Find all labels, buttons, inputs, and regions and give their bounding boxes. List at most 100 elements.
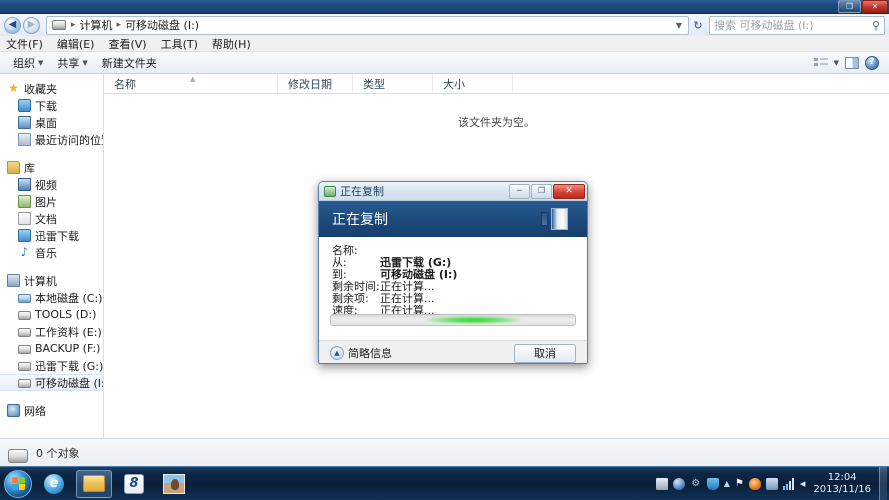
- column-header-type[interactable]: 类型: [353, 73, 433, 94]
- dialog-footer: ▲ 简略信息 取消: [319, 340, 587, 363]
- sidebar-label: 可移动磁盘 (I:): [35, 376, 104, 390]
- music-note-icon: ♪: [20, 245, 29, 259]
- window-titlebar: ❐ ✕: [0, 0, 889, 14]
- menu-edit[interactable]: 编辑(E): [57, 36, 95, 52]
- star-icon: ★: [8, 81, 19, 95]
- dialog-title: 正在复制: [340, 185, 384, 198]
- sidebar-item-computer[interactable]: 计算机: [0, 272, 103, 289]
- column-header-name[interactable]: 名称 ▲: [104, 73, 278, 94]
- action-center-flag-icon[interactable]: ⚑: [735, 478, 744, 490]
- sidebar-label: 最近访问的位置: [35, 133, 103, 147]
- sidebar-label: 桌面: [35, 116, 57, 130]
- sidebar-item-documents[interactable]: 文档: [0, 210, 103, 227]
- back-button[interactable]: ◀: [4, 16, 21, 34]
- sidebar-item-removable-disk-i[interactable]: 可移动磁盘 (I:): [0, 374, 103, 391]
- gear-icon[interactable]: ⚙: [690, 478, 702, 490]
- copy-target-icon: [551, 208, 568, 230]
- eight-app-icon: 8: [124, 473, 144, 494]
- dialog-minimize-button[interactable]: ─: [509, 183, 530, 199]
- organize-button[interactable]: 组织 ▼: [6, 53, 50, 73]
- share-button[interactable]: 共享 ▼: [50, 53, 94, 73]
- drive-icon: [18, 311, 31, 320]
- xunlei-download-icon: [18, 229, 31, 242]
- menu-tools[interactable]: 工具(T): [161, 36, 198, 52]
- column-label: 大小: [443, 77, 465, 91]
- menu-help[interactable]: 帮助(H): [212, 36, 251, 52]
- new-folder-label: 新建文件夹: [101, 56, 157, 70]
- column-label: 类型: [363, 77, 385, 91]
- sidebar-item-xunlei-g[interactable]: 迅雷下载 (G:): [0, 357, 103, 374]
- tray-security-icon[interactable]: [706, 477, 719, 490]
- sidebar-item-desktop[interactable]: 桌面: [0, 114, 103, 131]
- share-label: 共享: [57, 56, 80, 70]
- tray-archive-icon[interactable]: [655, 477, 668, 490]
- help-icon[interactable]: ?: [865, 55, 879, 70]
- sidebar-item-network[interactable]: 网络: [0, 402, 103, 419]
- sidebar-item-work-data-e[interactable]: 工作资料 (E:): [0, 323, 103, 340]
- column-header-size[interactable]: 大小: [433, 73, 513, 94]
- copy-animation-icon: [541, 204, 579, 234]
- cancel-button[interactable]: 取消: [514, 343, 576, 363]
- sidebar-item-xunlei-download[interactable]: 迅雷下载: [0, 227, 103, 244]
- window-restore-button[interactable]: ❐: [838, 0, 861, 13]
- chevron-down-icon[interactable]: ▼: [676, 21, 686, 30]
- sidebar-label: TOOLS (D:): [35, 308, 97, 321]
- taskbar-item-eight-app[interactable]: 8: [116, 470, 152, 498]
- sidebar-item-tools-d[interactable]: TOOLS (D:): [0, 306, 103, 323]
- copy-progress-bar: [330, 314, 576, 326]
- sidebar-item-backup-f[interactable]: BACKUP (F:): [0, 340, 103, 357]
- empty-folder-message: 该文件夹为空。: [458, 116, 535, 129]
- search-input[interactable]: 搜索 可移动磁盘 (I:) ⚲: [709, 15, 885, 35]
- sidebar-label: 文档: [35, 212, 57, 226]
- sidebar-item-libraries[interactable]: 库: [0, 159, 103, 176]
- sidebar-item-recent-places[interactable]: 最近访问的位置: [0, 131, 103, 148]
- preview-pane-icon[interactable]: [845, 56, 859, 69]
- sidebar-item-local-disk-c[interactable]: 本地磁盘 (C:): [0, 289, 103, 306]
- network-icon: [7, 404, 20, 417]
- breadcrumb[interactable]: ▸ 计算机 ▸ 可移动磁盘 (I:) ▼: [46, 15, 689, 35]
- forward-button[interactable]: ▶: [23, 16, 40, 34]
- dialog-maximize-button[interactable]: ❐: [531, 183, 552, 199]
- breadcrumb-item-removable-disk[interactable]: 可移动磁盘 (I:): [124, 17, 200, 33]
- refresh-icon[interactable]: ↻: [689, 19, 707, 32]
- taskbar-item-windows-explorer[interactable]: [76, 469, 112, 498]
- clock-date: 2013/11/16: [813, 483, 871, 495]
- less-information-label: 简略信息: [348, 347, 392, 360]
- sidebar-item-downloads[interactable]: 下载: [0, 97, 103, 114]
- navigation-pane: ★ 收藏夹 下载 桌面 最近访问的位置: [0, 74, 104, 438]
- window-close-button[interactable]: ✕: [862, 0, 888, 13]
- column-label: 名称: [114, 77, 136, 91]
- volume-icon[interactable]: ◂: [800, 477, 806, 490]
- tray-firewall-icon[interactable]: [748, 477, 761, 490]
- view-options-icon[interactable]: [813, 56, 828, 69]
- sidebar-item-pictures[interactable]: 图片: [0, 193, 103, 210]
- new-folder-button[interactable]: 新建文件夹: [95, 53, 164, 73]
- clock[interactable]: 12:04 2013/11/16: [810, 472, 871, 496]
- chevron-up-icon: ▲: [330, 346, 344, 360]
- show-hidden-icons-button[interactable]: ▲: [724, 479, 730, 488]
- taskbar-item-photo-viewer[interactable]: [156, 470, 192, 498]
- taskbar-item-internet-explorer[interactable]: e: [36, 470, 72, 498]
- picture-icon: [18, 195, 31, 208]
- status-bar: 0 个对象: [0, 438, 889, 466]
- breadcrumb-item-computer[interactable]: 计算机: [79, 17, 114, 33]
- tray-blue-app-icon[interactable]: [672, 477, 685, 490]
- column-header-date-modified[interactable]: 修改日期: [278, 73, 353, 94]
- tray-monitor-icon[interactable]: [765, 477, 778, 490]
- network-signal-icon[interactable]: [782, 477, 795, 490]
- system-tray: ⚙ ▲ ⚑ ◂ 12:04 2013/11/16: [655, 472, 875, 496]
- taskbar: e 8 ⚙ ▲ ⚑ ◂ 12:04 2013/11/16: [0, 466, 889, 500]
- downloads-icon: [18, 99, 31, 112]
- menu-file[interactable]: 文件(F): [6, 36, 43, 52]
- organize-label: 组织: [13, 56, 35, 70]
- start-button[interactable]: [4, 469, 32, 498]
- less-information-toggle[interactable]: ▲ 简略信息: [330, 345, 392, 361]
- sidebar-item-music[interactable]: ♪ 音乐: [0, 244, 103, 261]
- menu-view[interactable]: 查看(V): [108, 36, 146, 52]
- sidebar-item-videos[interactable]: 视频: [0, 176, 103, 193]
- sidebar-item-favorites[interactable]: ★ 收藏夹: [0, 80, 103, 97]
- sidebar-label: 音乐: [35, 246, 57, 260]
- chevron-down-icon[interactable]: ▼: [834, 59, 839, 67]
- dialog-close-button[interactable]: ✕: [553, 183, 585, 199]
- show-desktop-button[interactable]: [879, 466, 887, 500]
